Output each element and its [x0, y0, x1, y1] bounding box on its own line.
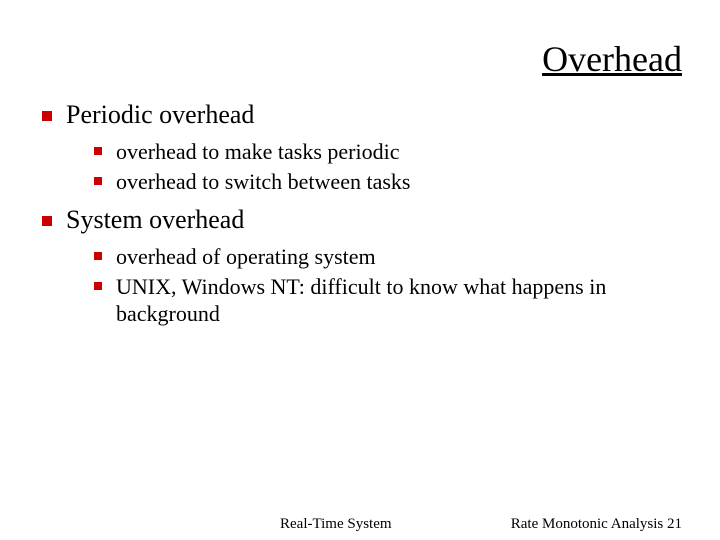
slide: Overhead Periodic overhead overhead to m…: [0, 0, 720, 540]
bullet-text: overhead of operating system: [116, 244, 376, 269]
list-item: overhead to switch between tasks: [92, 168, 690, 196]
bullet-text: UNIX, Windows NT: difficult to know what…: [116, 274, 606, 327]
bullet-text: Periodic overhead: [66, 100, 254, 129]
bullet-text: System overhead: [66, 205, 244, 234]
bullet-list-level2: overhead of operating system UNIX, Windo…: [66, 243, 690, 328]
list-item: Periodic overhead overhead to make tasks…: [36, 100, 690, 195]
bullet-list-level1: Periodic overhead overhead to make tasks…: [30, 100, 690, 328]
list-item: overhead to make tasks periodic: [92, 138, 690, 166]
bullet-list-level2: overhead to make tasks periodic overhead…: [66, 138, 690, 195]
list-item: System overhead overhead of operating sy…: [36, 205, 690, 328]
footer-right-text: Rate Monotonic Analysis 21: [511, 516, 682, 533]
list-item: UNIX, Windows NT: difficult to know what…: [92, 273, 690, 328]
slide-title: Overhead: [30, 38, 690, 80]
list-item: overhead of operating system: [92, 243, 690, 271]
bullet-text: overhead to switch between tasks: [116, 169, 410, 194]
footer-left-text: Real-Time System: [280, 516, 392, 533]
bullet-text: overhead to make tasks periodic: [116, 139, 399, 164]
